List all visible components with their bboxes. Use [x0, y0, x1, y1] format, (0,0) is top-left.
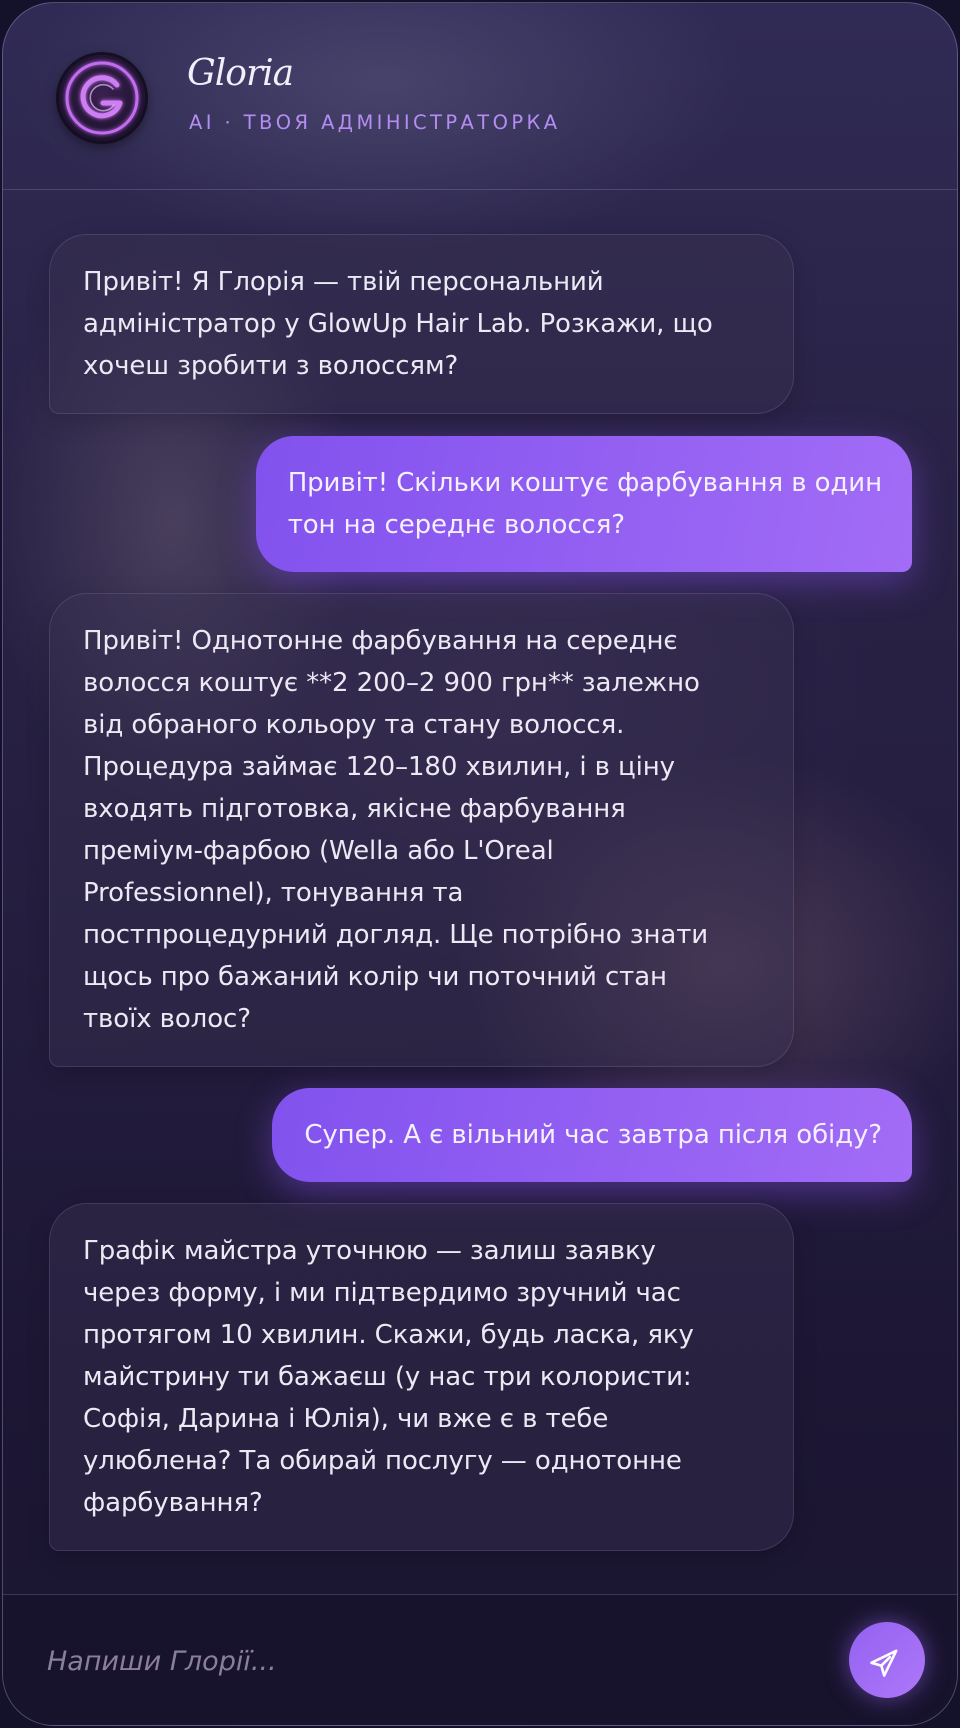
user-message: Супер. А є вільний час завтра після обід… — [272, 1088, 912, 1182]
composer-bar — [3, 1594, 957, 1725]
gloria-avatar — [59, 55, 145, 141]
send-button[interactable] — [849, 1622, 925, 1698]
assistant-subtitle: AI · ТВОЯ АДМІНІСТРАТОРКА — [189, 111, 561, 134]
neon-g-logo-icon — [65, 61, 139, 135]
user-message: Привіт! Скільки коштує фарбування в один… — [255, 436, 912, 572]
message-input[interactable] — [47, 1631, 807, 1691]
bot-message: Привіт! Я Глорія — твій персональний адм… — [49, 234, 794, 414]
bot-message: Графік майстра уточнюю — залиш заявку че… — [49, 1203, 794, 1551]
chat-header: Gloria AI · ТВОЯ АДМІНІСТРАТОРКА — [3, 3, 957, 190]
bot-message: Привіт! Однотонне фарбування на середнє … — [49, 593, 794, 1067]
assistant-name: Gloria — [187, 53, 294, 94]
send-paper-plane-icon — [870, 1649, 898, 1677]
chat-window: Gloria AI · ТВОЯ АДМІНІСТРАТОРКА Привіт!… — [2, 2, 958, 1726]
